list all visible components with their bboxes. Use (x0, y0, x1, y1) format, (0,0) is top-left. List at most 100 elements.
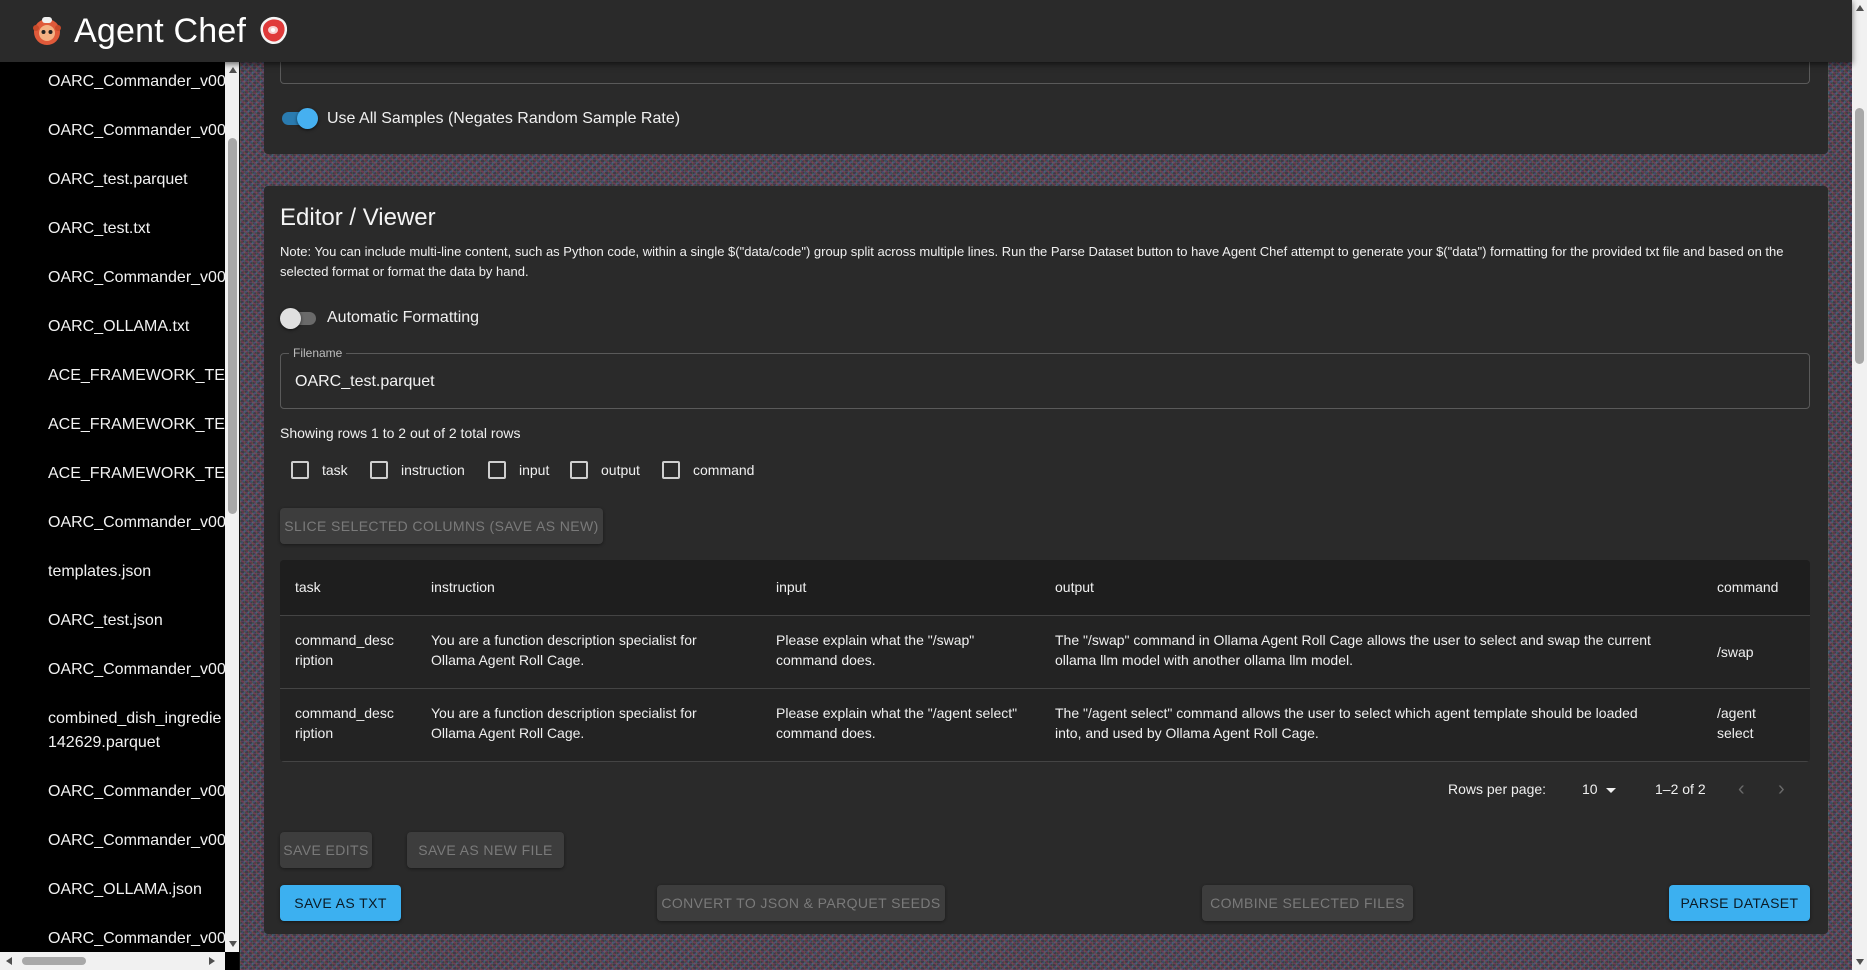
sidebar-file-item[interactable]: OARC_Commander_v001 (48, 658, 225, 682)
cell-line: Please explain what the "/swap" (776, 632, 975, 648)
automatic-formatting-toggle[interactable] (280, 307, 318, 329)
column-checkbox-output[interactable]: output (570, 461, 640, 479)
scroll-thumb[interactable] (228, 138, 237, 514)
column-header-task[interactable]: task (295, 579, 321, 595)
sample-settings-card: Use All Samples (Negates Random Sample R… (264, 50, 1828, 154)
cell-task[interactable]: command_desc ription (295, 630, 394, 670)
column-checkbox-label: instruction (401, 462, 465, 478)
use-all-samples-label: Use All Samples (Negates Random Sample R… (327, 110, 681, 127)
editor-viewer-card: Editor / Viewer Note: You can include mu… (264, 186, 1828, 934)
checkbox-icon[interactable] (570, 461, 588, 479)
rows-info: Showing rows 1 to 2 out of 2 total rows (280, 425, 521, 441)
cell-command[interactable]: /swap (1717, 642, 1754, 662)
checkbox-icon[interactable] (370, 461, 388, 479)
cell-task[interactable]: command_desc ription (295, 703, 394, 743)
pagination-range: 1–2 of 2 (1655, 781, 1706, 797)
cell-line: command_desc (295, 632, 394, 648)
sidebar-file-item[interactable]: combined_dish_ingredie 142629.parquet (48, 707, 225, 755)
cell-output[interactable]: The "/swap" command in Ollama Agent Roll… (1055, 630, 1651, 670)
scroll-down-arrow-icon[interactable] (229, 941, 237, 947)
previous-page-icon[interactable]: ‹ (1738, 778, 1745, 801)
scroll-down-arrow-icon[interactable] (1856, 959, 1864, 965)
cell-line: ription (295, 725, 334, 741)
sidebar-file-item[interactable]: OARC_Commander_v001 (48, 119, 225, 143)
next-page-icon[interactable]: › (1778, 778, 1785, 801)
column-checkbox-instruction[interactable]: instruction (370, 461, 465, 479)
rows-per-page-label: Rows per page: (1448, 781, 1547, 797)
sidebar-file-item[interactable]: OARC_test.parquet (48, 168, 225, 192)
save-as-new-file-button[interactable]: Save as New File (407, 832, 564, 868)
cell-line: command_desc (295, 705, 394, 721)
scroll-thumb[interactable] (22, 957, 86, 965)
save-as-txt-button[interactable]: Save as TXT (280, 885, 401, 921)
rows-per-page-select[interactable]: 10 (1582, 781, 1598, 797)
column-header-input[interactable]: input (776, 579, 806, 595)
table-pagination: Rows per page: 10 1–2 of 2 ‹ › (280, 770, 1810, 810)
cell-command[interactable]: /agent select (1717, 703, 1756, 743)
sidebar-file-item[interactable]: OARC_Commander_v001 (48, 927, 225, 951)
column-header-command[interactable]: command (1717, 579, 1778, 595)
checkbox-icon[interactable] (662, 461, 680, 479)
automatic-formatting-label: Automatic Formatting (327, 309, 480, 326)
convert-to-json-parquet-button[interactable]: Convert to JSON & Parquet Seeds (657, 885, 945, 921)
sidebar-file-item[interactable]: OARC_OLLAMA.txt (48, 315, 225, 339)
column-checkbox-label: command (693, 462, 755, 478)
sidebar-file-item[interactable]: OARC_Commander_v001 (48, 780, 225, 804)
table-row[interactable]: command_desc ription You are a function … (280, 616, 1810, 689)
filename-input[interactable] (295, 370, 1795, 394)
scroll-thumb[interactable] (1855, 108, 1864, 364)
app-title: Agent Chef (74, 11, 247, 50)
cell-line: Ollama Agent Roll Cage. (431, 652, 585, 668)
cell-instruction[interactable]: You are a function description specialis… (431, 703, 697, 743)
cell-output[interactable]: The "/agent select" command allows the u… (1055, 703, 1638, 743)
sidebar-file-item[interactable]: OARC_Commander_v001 (48, 511, 225, 535)
cell-line: /swap (1717, 644, 1754, 660)
column-checkbox-input[interactable]: input (488, 461, 549, 479)
cell-line: command does. (776, 652, 876, 668)
column-header-output[interactable]: output (1055, 579, 1094, 595)
use-all-samples-toggle[interactable] (280, 107, 318, 129)
combine-selected-files-button[interactable]: Combine Selected Files (1202, 885, 1413, 921)
editor-title: Editor / Viewer (280, 204, 436, 231)
column-checkbox-command[interactable]: command (662, 461, 754, 479)
filename-field: Filename (280, 346, 1810, 409)
scroll-up-arrow-icon[interactable] (1856, 5, 1864, 11)
sidebar-file-item[interactable]: OARC_test.txt (48, 217, 225, 241)
sidebar-file-item[interactable]: OARC_OLLAMA.json (48, 878, 225, 902)
cell-instruction[interactable]: You are a function description specialis… (431, 630, 697, 670)
cell-input[interactable]: Please explain what the "/swap" command … (776, 630, 974, 670)
sidebar-file-item[interactable]: ACE_FRAMEWORK_TEST (48, 413, 225, 437)
table-header: task instruction input output command (280, 560, 1810, 616)
checkbox-icon[interactable] (488, 461, 506, 479)
parse-dataset-button[interactable]: Parse Dataset (1669, 885, 1810, 921)
scroll-up-arrow-icon[interactable] (229, 67, 237, 73)
page-vertical-scrollbar[interactable] (1852, 0, 1867, 970)
save-edits-button[interactable]: Save Edits (280, 832, 372, 868)
sidebar-file-item[interactable]: OARC_Commander_v001 (48, 266, 225, 290)
column-checkbox-label: task (322, 462, 348, 478)
steak-icon (260, 17, 288, 45)
sidebar-file-item[interactable]: OARC_test.json (48, 609, 225, 633)
column-header-instruction[interactable]: instruction (431, 579, 495, 595)
editor-note: Note: You can include multi-line content… (280, 244, 1784, 279)
cell-line: ription (295, 652, 334, 668)
sidebar-horizontal-scrollbar[interactable] (0, 952, 225, 970)
sidebar-file-item[interactable]: ACE_FRAMEWORK_TEST (48, 462, 225, 486)
data-table: task instruction input output command co… (280, 560, 1810, 762)
sidebar-file-item[interactable]: templates.json (48, 560, 225, 584)
cell-line: ollama llm model with another ollama llm… (1055, 652, 1354, 668)
checkbox-icon[interactable] (291, 461, 309, 479)
cell-input[interactable]: Please explain what the "/agent select" … (776, 703, 1017, 743)
sidebar-file-item[interactable]: ACE_FRAMEWORK_TEST (48, 364, 225, 388)
cell-line: /agent (1717, 705, 1756, 721)
slice-selected-columns-button[interactable]: Slice Selected Columns (Save as New) (280, 508, 603, 544)
sidebar-vertical-scrollbar[interactable] (225, 62, 239, 952)
chevron-down-icon[interactable] (1606, 788, 1616, 793)
column-checkbox-task[interactable]: task (291, 461, 348, 479)
sidebar-file-item[interactable]: OARC_Commander_v001 (48, 70, 225, 94)
scroll-left-arrow-icon[interactable] (6, 957, 12, 965)
filename-label: Filename (289, 346, 347, 360)
scroll-right-arrow-icon[interactable] (209, 957, 215, 965)
sidebar-file-item[interactable]: OARC_Commander_v001 (48, 829, 225, 853)
table-row[interactable]: command_desc ription You are a function … (280, 689, 1810, 762)
